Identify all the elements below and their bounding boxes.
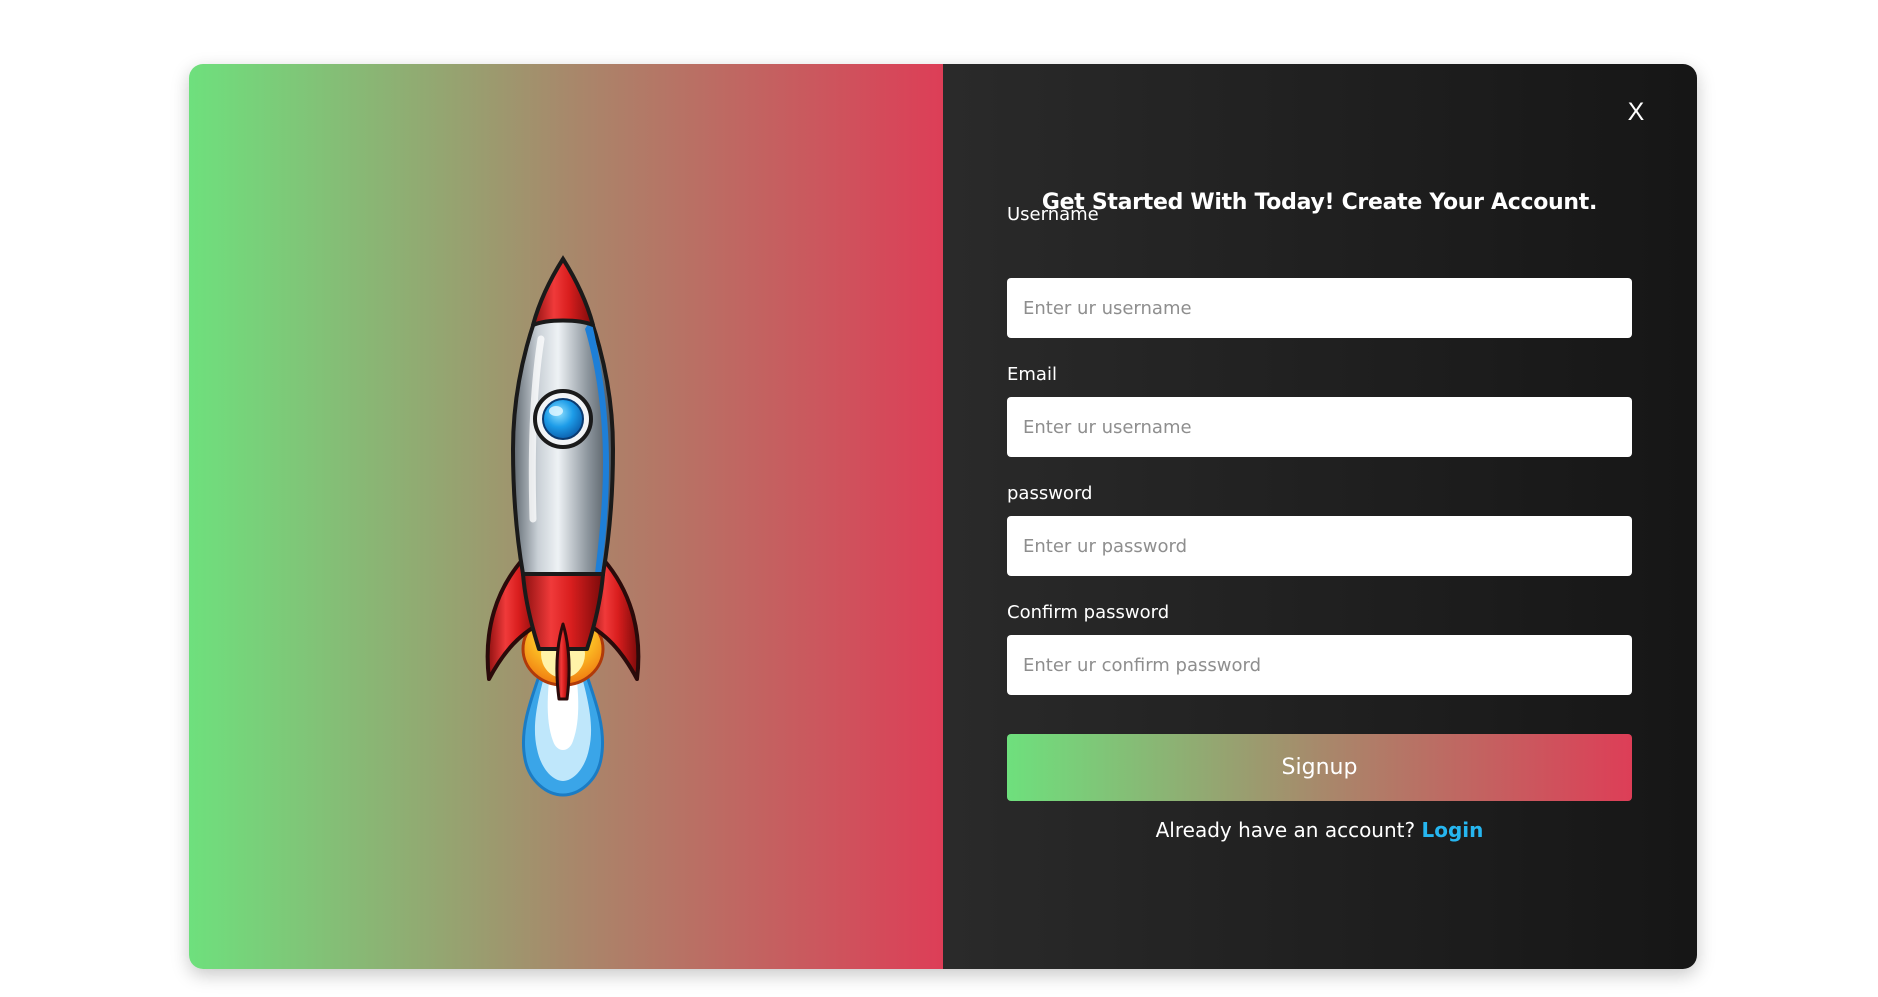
username-input[interactable]: [1007, 278, 1632, 338]
rocket-icon: [485, 255, 641, 797]
close-button[interactable]: X: [1620, 94, 1652, 130]
username-label: Username: [1007, 204, 1099, 225]
confirm-password-input[interactable]: [1007, 635, 1632, 695]
confirm-password-label: Confirm password: [1007, 602, 1170, 623]
form-title: Get Started With Today! Create Your Acco…: [1041, 190, 1598, 215]
email-input[interactable]: [1007, 397, 1632, 457]
login-prompt-text: Already have an account?: [1155, 818, 1416, 842]
email-label: Email: [1007, 364, 1057, 385]
login-link[interactable]: Login: [1421, 818, 1483, 842]
illustration-panel: [189, 64, 943, 969]
signup-modal: X Get Started With Today! Create Your Ac…: [189, 64, 1697, 969]
password-label: password: [1007, 483, 1093, 504]
signup-button[interactable]: Signup: [1007, 734, 1632, 801]
form-panel: X Get Started With Today! Create Your Ac…: [943, 64, 1697, 969]
password-input[interactable]: [1007, 516, 1632, 576]
login-prompt-line: Already have an account? Login: [1007, 818, 1632, 842]
